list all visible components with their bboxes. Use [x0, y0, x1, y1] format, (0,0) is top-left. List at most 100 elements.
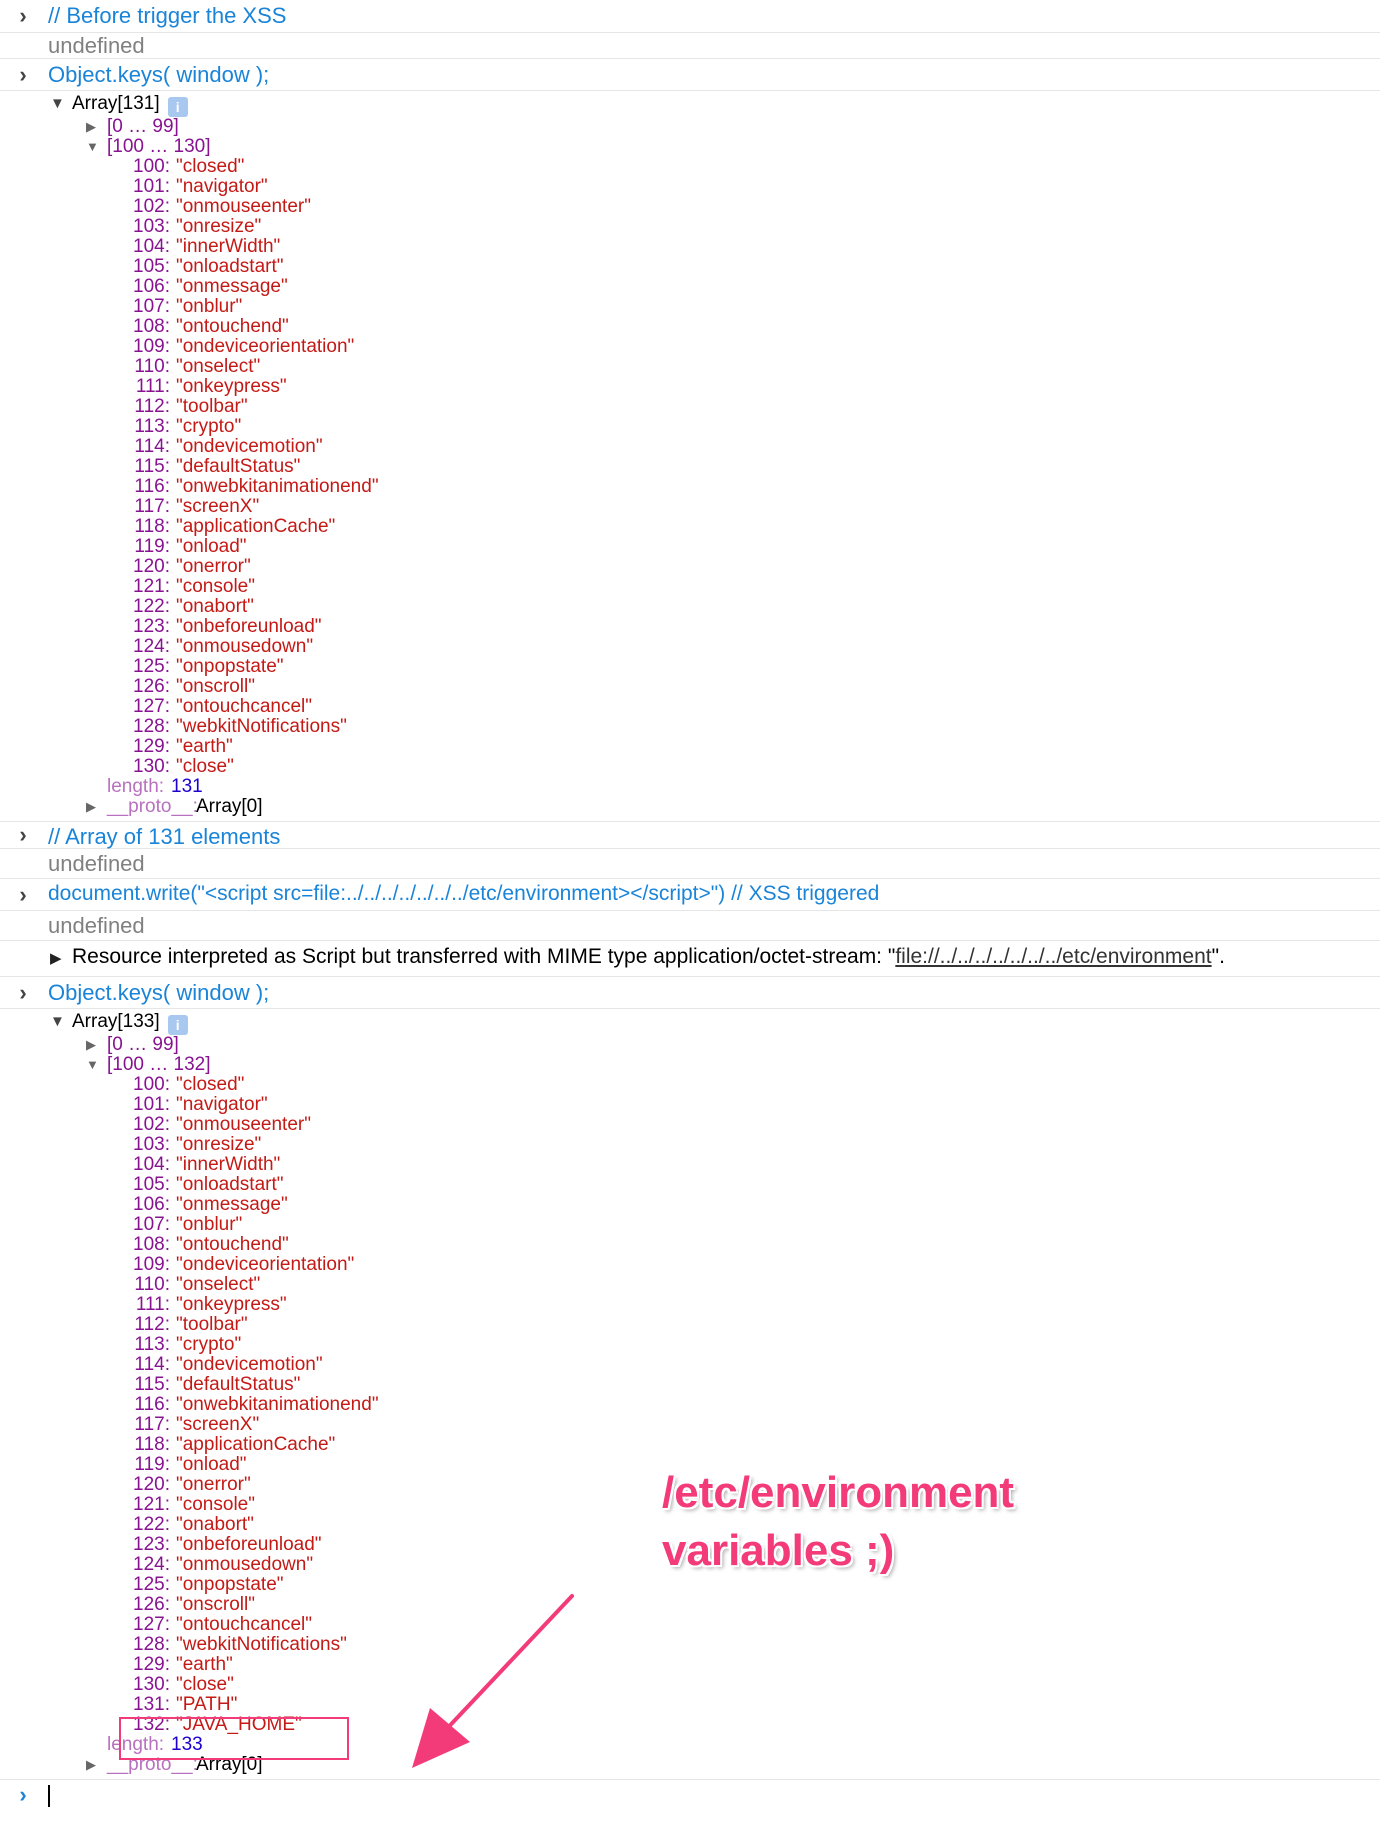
- expanded-triangle-icon[interactable]: ▼: [86, 137, 99, 157]
- item-value: "onbeforeunload": [176, 616, 322, 637]
- item-value: "onbeforeunload": [176, 1534, 322, 1555]
- item-index: 127:: [133, 1614, 170, 1635]
- expanded-triangle-icon[interactable]: ▼: [50, 1009, 65, 1035]
- command-text[interactable]: // Array of 131 elements: [48, 824, 280, 850]
- range-collapsed[interactable]: ▶ [0 … 99]: [0, 117, 1380, 137]
- tree-item: 109: "ondeviceorientation": [0, 337, 1380, 357]
- item-index: 131:: [133, 1694, 170, 1715]
- item-value: "closed": [176, 1074, 245, 1095]
- item-value: "onblur": [176, 1214, 243, 1235]
- range-collapsed[interactable]: ▶ [0 … 99]: [0, 1035, 1380, 1055]
- item-value: "webkitNotifications": [176, 1634, 347, 1655]
- expanded-triangle-icon[interactable]: ▼: [86, 1055, 99, 1075]
- item-index: 125:: [133, 1574, 170, 1595]
- arrow-icon: [412, 1594, 574, 1768]
- collapsed-triangle-icon[interactable]: ▶: [86, 1755, 96, 1775]
- range-expanded[interactable]: ▼ [100 … 132]: [0, 1055, 1380, 1075]
- tree-item: 118: "applicationCache": [0, 1435, 1380, 1455]
- console-input-row[interactable]: ›: [0, 1779, 1380, 1809]
- tree-items: 100: "closed" 101: "navigator" 102: "onmousee…: [0, 1075, 1380, 1735]
- item-value: "console": [176, 1494, 255, 1515]
- item-index: 118:: [134, 516, 170, 537]
- command-text[interactable]: document.write("<script src=file:../../.…: [48, 882, 879, 906]
- item-value: "onload": [176, 536, 247, 557]
- collapsed-triangle-icon[interactable]: ▶: [86, 117, 96, 137]
- item-value: "navigator": [176, 176, 268, 197]
- item-value: "innerWidth": [176, 236, 281, 257]
- info-icon[interactable]: i: [167, 97, 188, 117]
- prompt-icon: ›: [19, 979, 27, 1005]
- item-value: "onmouseenter": [176, 1114, 311, 1135]
- item-value: "ondeviceorientation": [176, 1254, 355, 1275]
- item-index: 102:: [133, 196, 170, 217]
- item-index: 100:: [133, 1074, 170, 1095]
- command-text[interactable]: Object.keys( window );: [48, 980, 269, 1006]
- expanded-triangle-icon[interactable]: ▼: [50, 91, 65, 117]
- tree-item: 128: "webkitNotifications": [0, 1635, 1380, 1655]
- annotation: /etc/environment variables ;): [662, 1464, 1062, 1580]
- item-value: "onresize": [176, 1134, 262, 1155]
- item-value: "onmousedown": [176, 1554, 314, 1575]
- collapsed-triangle-icon[interactable]: ▶: [86, 1035, 96, 1055]
- item-index: 115:: [134, 1374, 170, 1395]
- item-index: 113:: [134, 1334, 170, 1355]
- item-index: 112:: [134, 1314, 170, 1335]
- item-value: "innerWidth": [176, 1154, 281, 1175]
- tree-item: 101: "navigator": [0, 177, 1380, 197]
- item-index: 102:: [133, 1114, 170, 1135]
- item-value: "close": [176, 1674, 234, 1695]
- item-index: 127:: [133, 696, 170, 717]
- tree-item: 112: "toolbar": [0, 1315, 1380, 1335]
- tree-item: 130: "close": [0, 1675, 1380, 1695]
- text-cursor[interactable]: [48, 1785, 50, 1807]
- console-entry: › Object.keys( window );: [0, 59, 1380, 91]
- tree-item: 104: "innerWidth": [0, 237, 1380, 257]
- collapsed-triangle-icon[interactable]: ▶: [50, 949, 72, 967]
- warning-link[interactable]: file://../../../../../../../etc/environm…: [895, 945, 1211, 968]
- item-index: 100:: [133, 156, 170, 177]
- item-value: "ondevicemotion": [176, 1354, 323, 1375]
- tree-item: 103: "onresize": [0, 217, 1380, 237]
- tree-item: 108: "ontouchend": [0, 1235, 1380, 1255]
- collapsed-triangle-icon[interactable]: ▶: [86, 797, 96, 817]
- item-index: 121:: [133, 576, 170, 597]
- tree-item: 106: "onmessage": [0, 1195, 1380, 1215]
- tree-header[interactable]: ▼ Array[131] i: [0, 91, 1380, 117]
- item-index: 124:: [133, 1554, 170, 1575]
- item-index: 122:: [133, 1514, 170, 1535]
- prompt-icon: ›: [19, 1781, 27, 1807]
- item-value: "closed": [176, 156, 245, 177]
- tree-item: 111: "onkeypress": [0, 377, 1380, 397]
- tree-item: 121: "console": [0, 577, 1380, 597]
- tree-item: 113: "crypto": [0, 1335, 1380, 1355]
- item-value: "navigator": [176, 1094, 268, 1115]
- range-label: [100 … 130]: [107, 136, 211, 157]
- item-index: 113:: [134, 416, 170, 437]
- item-index: 116:: [134, 1394, 170, 1415]
- tree-item: 116: "onwebkitanimationend": [0, 477, 1380, 497]
- proto-row[interactable]: ▶ __proto__: Array[0]: [0, 797, 1380, 817]
- item-value: "onwebkitanimationend": [176, 476, 379, 497]
- item-index: 115:: [134, 456, 170, 477]
- tree-item: 129: "earth": [0, 737, 1380, 757]
- item-index: 119:: [134, 1454, 170, 1475]
- command-text[interactable]: // Before trigger the XSS: [48, 3, 286, 29]
- tree-item: 126: "onscroll": [0, 677, 1380, 697]
- length-row: length: 131: [0, 777, 1380, 797]
- tree-item: 108: "ontouchend": [0, 317, 1380, 337]
- item-value: "ontouchcancel": [176, 696, 313, 717]
- tree-item: 102: "onmouseenter": [0, 1115, 1380, 1135]
- item-index: 107:: [133, 296, 170, 317]
- command-text[interactable]: Object.keys( window );: [48, 62, 269, 88]
- item-index: 126:: [133, 1594, 170, 1615]
- tree-header[interactable]: ▼ Array[133] i: [0, 1009, 1380, 1035]
- range-expanded[interactable]: ▼ [100 … 130]: [0, 137, 1380, 157]
- info-icon[interactable]: i: [167, 1015, 188, 1035]
- item-index: 105:: [133, 256, 170, 277]
- console-result: undefined: [0, 911, 1380, 941]
- item-index: 106:: [133, 276, 170, 297]
- item-index: 124:: [133, 636, 170, 657]
- tree-item: 107: "onblur": [0, 1215, 1380, 1235]
- tree-item: 131: "PATH": [0, 1695, 1380, 1715]
- range-label: [0 … 99]: [107, 1034, 179, 1055]
